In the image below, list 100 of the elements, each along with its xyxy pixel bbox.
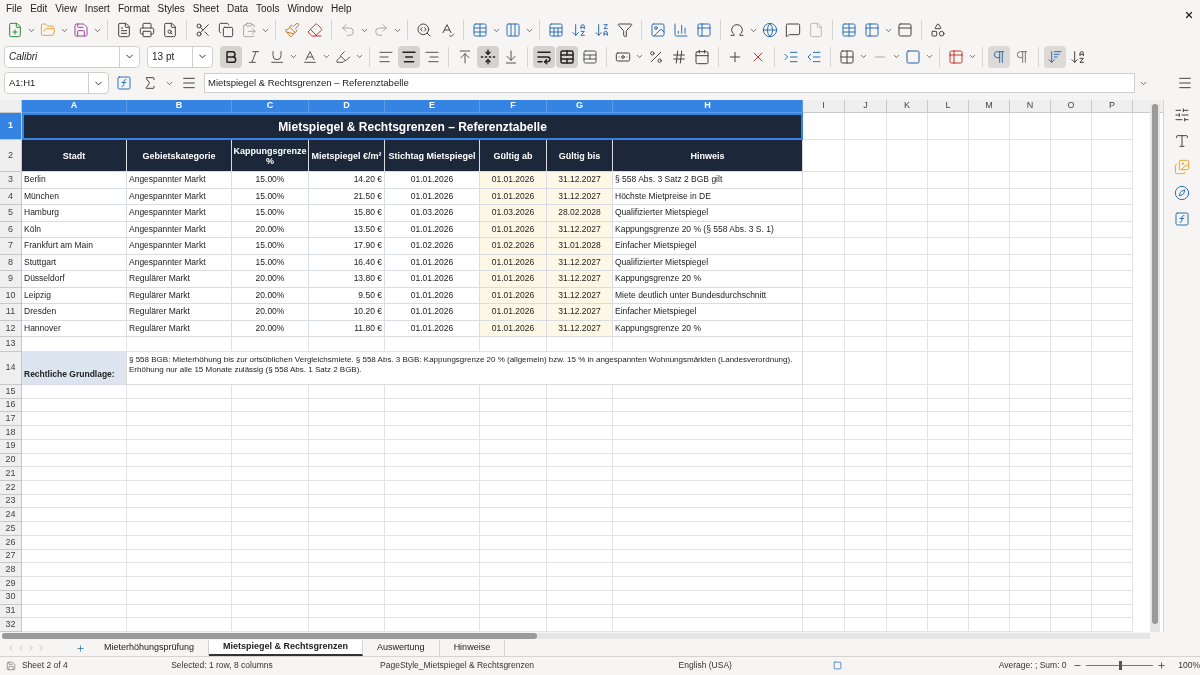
column-header[interactable]: F (480, 100, 547, 113)
zoom-slider-thumb[interactable] (1119, 661, 1123, 670)
row-header[interactable]: 7 (0, 238, 22, 255)
column-header[interactable]: M (969, 100, 1010, 113)
row-header[interactable]: 11 (0, 304, 22, 321)
table-cell: 01.02.2026 (385, 238, 480, 255)
row-header[interactable]: 9 (0, 271, 22, 288)
align-center-button[interactable] (398, 45, 420, 68)
name-box[interactable]: A1:H1 (4, 72, 109, 94)
scrollbar-thumb[interactable] (1152, 104, 1158, 624)
font-name-field[interactable]: Calibri (4, 45, 140, 68)
summary-status: Average: ; Sum: 0 (997, 659, 1067, 672)
table-cell: 31.12.2027 (547, 172, 613, 189)
table-cell: 31.12.2027 (547, 304, 613, 321)
column-header[interactable]: J (845, 100, 887, 113)
column-header[interactable]: O (1051, 100, 1092, 113)
left-to-right-icon[interactable] (988, 45, 1010, 68)
corner-cell[interactable] (0, 100, 22, 113)
sheet-tab[interactable]: Auswertung (363, 640, 440, 656)
column-header[interactable]: D (309, 100, 385, 113)
row-header[interactable]: 22 (0, 481, 22, 495)
row-header[interactable]: 1 (0, 113, 22, 140)
row-header[interactable]: 18 (0, 426, 22, 440)
menu-item[interactable]: Format (113, 1, 154, 16)
row-header[interactable]: 25 (0, 522, 22, 536)
zoom-percent: 100% (1178, 659, 1200, 672)
row-header[interactable]: 5 (0, 205, 22, 222)
table-cell: 15.00% (232, 172, 309, 189)
zoom-in-icon[interactable] (1157, 661, 1167, 670)
column-heading: Gültig bis (547, 140, 613, 172)
column-header[interactable]: C (232, 100, 309, 113)
column-header[interactable]: N (1010, 100, 1051, 113)
sheet-tab[interactable]: Mietspiegel & Rechtsgrenzen (209, 640, 364, 656)
column-header[interactable]: B (127, 100, 232, 113)
row-header[interactable]: 29 (0, 577, 22, 591)
column-header[interactable]: E (385, 100, 480, 113)
row-header[interactable]: 21 (0, 467, 22, 482)
menu-item[interactable]: Help (327, 1, 356, 16)
table-cell: 31.12.2027 (547, 271, 613, 288)
formula-input[interactable]: Mietspiegel & Rechtsgrenzen – Referenztabelle (204, 73, 1135, 93)
align-middle-button[interactable] (477, 45, 499, 68)
row-header[interactable]: 17 (0, 412, 22, 427)
menu-item[interactable]: View (51, 1, 81, 16)
menu-item[interactable]: File (2, 1, 27, 16)
table-cell: 01.01.2026 (385, 271, 480, 288)
table-cell: 01.03.2026 (385, 205, 480, 222)
row-header[interactable]: 15 (0, 385, 22, 399)
column-header[interactable]: L (928, 100, 969, 113)
merge-cells-button[interactable] (556, 45, 578, 68)
row-header[interactable]: 2 (0, 140, 22, 172)
language-status: English (USA) (678, 659, 733, 672)
selection-status: Selected: 1 row, 8 columns (171, 659, 274, 672)
menu-item[interactable]: Tools (252, 1, 284, 16)
row-header[interactable]: 3 (0, 172, 22, 189)
row-header[interactable]: 13 (0, 337, 22, 352)
column-heading: Mietspiegel €/m² (309, 140, 385, 172)
column-heading: Gebietskategorie (127, 140, 232, 172)
table-cell: 01.03.2026 (480, 205, 547, 222)
menu-item[interactable]: Insert (80, 1, 114, 16)
menu-item[interactable]: Data (222, 1, 253, 16)
row-header[interactable]: 28 (0, 563, 22, 578)
row-header[interactable]: 14 (0, 352, 22, 385)
table-cell: Regulärer Markt (127, 304, 232, 321)
table-cell: Regulärer Markt (127, 271, 232, 288)
column-heading: Hinweis (613, 140, 803, 172)
column-header[interactable]: I (803, 100, 845, 113)
table-cell: 14.20 € (309, 172, 385, 189)
column-header[interactable]: K (887, 100, 928, 113)
column-header[interactable]: P (1092, 100, 1133, 113)
table-cell: 17.90 € (309, 238, 385, 255)
wrap-text-button[interactable] (533, 45, 555, 68)
table-cell: 31.01.2028 (547, 238, 613, 255)
column-header[interactable]: A (22, 100, 127, 113)
row-header[interactable]: 24 (0, 508, 22, 523)
column-header[interactable]: H (613, 100, 803, 113)
menu-item[interactable]: Edit (26, 1, 52, 16)
menu-item[interactable]: Sheet (188, 1, 223, 16)
table-cell: 01.01.2026 (385, 172, 480, 189)
text-direction-icon[interactable] (1044, 45, 1066, 68)
underline-icon (269, 48, 285, 65)
scrollbar-thumb[interactable] (2, 633, 537, 639)
table-cell: Angespannter Markt (127, 172, 232, 189)
align-bottom-icon (503, 48, 519, 65)
table-cell: 01.01.2026 (480, 271, 547, 288)
font-size-field[interactable]: 13 pt (147, 45, 213, 68)
bold-button[interactable] (220, 45, 242, 68)
column-header[interactable]: G (547, 100, 613, 113)
table-cell: Hamburg (22, 205, 127, 222)
row-header[interactable]: 32 (0, 618, 22, 632)
menu-item[interactable]: Window (283, 1, 327, 16)
sheet-tab[interactable]: Hinweise (439, 640, 506, 656)
table-cell: 20.00% (232, 304, 309, 321)
table-cell: 15.00% (232, 238, 309, 255)
menu-item[interactable]: Styles (153, 1, 189, 16)
highlight-icon (335, 48, 351, 65)
column-heading: Stadt (22, 140, 127, 172)
close-icon[interactable] (1184, 9, 1194, 20)
font-color-icon (302, 48, 318, 65)
table-cell: Einfacher Mietspiegel (613, 238, 803, 255)
merge-cells-icon (559, 48, 575, 65)
